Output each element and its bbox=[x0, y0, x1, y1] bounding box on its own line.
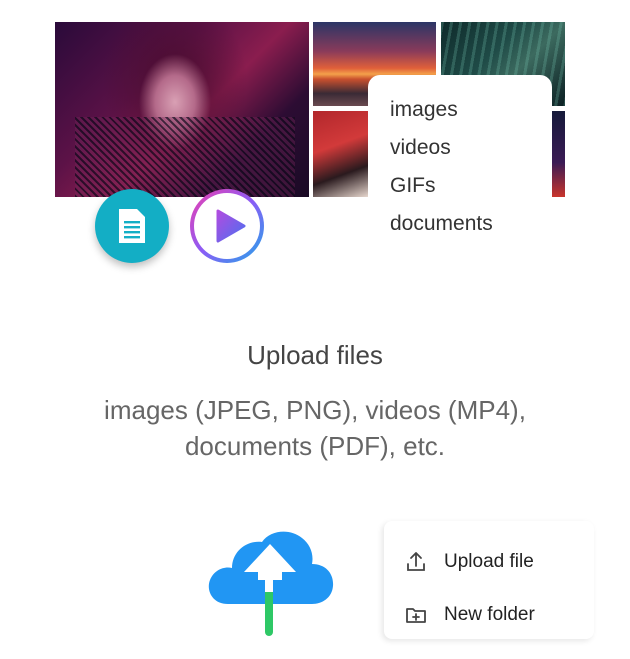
video-button[interactable] bbox=[190, 189, 264, 263]
new-folder-icon bbox=[406, 607, 426, 623]
upload-menu: Upload file New folder bbox=[384, 521, 594, 639]
menu-item-new-folder[interactable]: New folder bbox=[384, 588, 594, 641]
upload-title: Upload files bbox=[247, 340, 383, 370]
upload-file-icon bbox=[407, 551, 425, 571]
menu-item-upload-file[interactable]: Upload file bbox=[384, 535, 594, 588]
file-type-videos: videos bbox=[390, 136, 451, 159]
cloud-upload-icon[interactable] bbox=[206, 522, 336, 638]
party-photo bbox=[313, 111, 369, 197]
document-icon bbox=[119, 209, 145, 243]
upload-subtitle: images (JPEG, PNG), videos (MP4), docume… bbox=[60, 392, 570, 464]
portrait-photo bbox=[55, 22, 309, 197]
upload-file-label: Upload file bbox=[444, 550, 534, 572]
file-type-gifs: GIFs bbox=[390, 174, 436, 197]
play-icon bbox=[216, 209, 246, 243]
subtitle-line-1: images (JPEG, PNG), videos (MP4), bbox=[104, 395, 526, 425]
file-type-images: images bbox=[390, 98, 458, 121]
concert-photo bbox=[552, 111, 565, 197]
subtitle-line-2: documents (PDF), etc. bbox=[184, 431, 446, 461]
new-folder-label: New folder bbox=[444, 603, 535, 625]
file-type-documents: documents bbox=[390, 212, 493, 235]
file-types-card: images videos GIFs documents bbox=[368, 75, 552, 261]
document-button[interactable] bbox=[95, 189, 169, 263]
